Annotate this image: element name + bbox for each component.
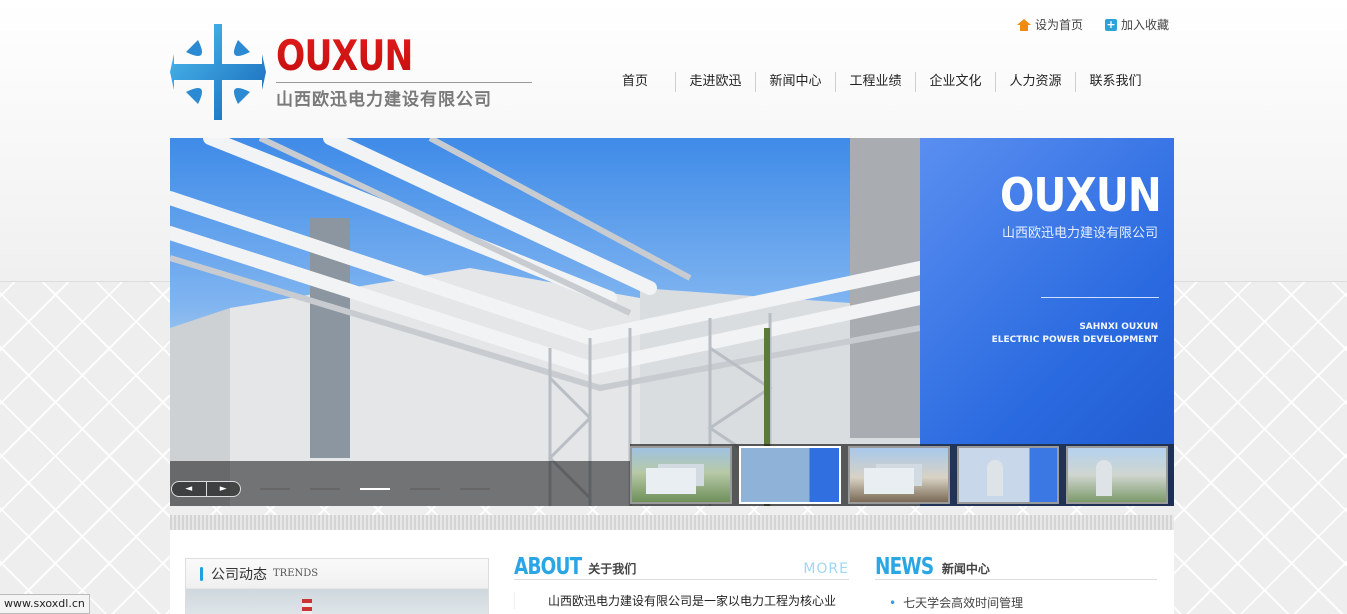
nav-item-news[interactable]: 新闻中心 [755,72,835,92]
logo-wordmark: OUXUN [276,31,413,80]
slider-dot[interactable] [460,488,490,490]
brand-company-name: 山西欧迅电力建设有限公司 [1001,226,1158,241]
slider-thumbnail[interactable] [848,446,950,504]
nav-item-culture[interactable]: 企业文化 [915,72,995,92]
trends-english: TRENDS [273,568,319,579]
set-homepage-link[interactable]: 设为首页 [1016,16,1083,33]
nav-item-home[interactable]: 首页 [595,72,675,92]
thumbnail-cooling-tower [1096,460,1112,496]
about-more-link[interactable]: MORE [803,561,849,577]
chimney-graphic [302,599,312,614]
nav-item-projects[interactable]: 工程业绩 [835,72,915,92]
news-title-cn: 新闻中心 [941,562,990,576]
plus-icon: + [1104,17,1117,31]
site-logo[interactable]: OUXUN 山西欧迅电力建设有限公司 [170,24,535,120]
news-section: NEWS 新闻中心 七天学会高效时间管理 [875,554,1157,611]
about-title-cn: 关于我们 [588,562,637,576]
add-favorite-label: 加入收藏 [1120,18,1169,32]
slider-thumbnail[interactable] [1066,446,1168,504]
brand-divider [1041,297,1159,298]
title-bar-icon [200,566,203,581]
thumbnail-tower [987,460,1003,496]
hero-slider[interactable]: OUXUN 山西欧迅电力建设有限公司 SAHNXI OUXUN ELECTRIC… [170,138,1174,506]
logo-company-name: 山西欧迅电力建设有限公司 [276,82,532,110]
slider-dot-active[interactable] [360,488,390,490]
add-favorite-link[interactable]: + 加入收藏 [1104,16,1169,33]
slider-prev-button[interactable]: ◄ [172,482,206,496]
slider-dot[interactable] [310,488,340,490]
brand-english-line-1: SAHNXI OUXUN [1079,322,1158,332]
top-links: 设为首页 + 加入收藏 [1016,16,1169,33]
slider-thumbnail[interactable] [957,446,1059,504]
trends-header: 公司动态 TRENDS [186,559,488,589]
content-area: 公司动态 TRENDS ABOUT 关于我们 MORE 山西欧迅电力建设有限公司… [170,530,1174,614]
news-list-item[interactable]: 七天学会高效时间管理 [889,594,1157,611]
set-homepage-label: 设为首页 [1034,18,1083,32]
logo-mark-icon [170,24,266,120]
brand-wordmark: OUXUN [1000,168,1162,222]
news-title-en: NEWS [875,554,934,580]
news-list: 七天学会高效时间管理 [875,594,1157,611]
status-bar-url: www.sxoxdl.cn [0,594,90,614]
slider-thumbnails [630,444,1174,506]
slider-dot[interactable] [410,488,440,490]
about-header: ABOUT 关于我们 MORE [514,554,849,580]
slider-thumbnail-active[interactable] [739,446,841,504]
trends-title: 公司动态 [211,566,267,583]
trends-image[interactable] [186,589,488,614]
about-title-en: ABOUT [514,554,582,580]
trends-box: 公司动态 TRENDS [185,558,489,614]
about-section: ABOUT 关于我们 MORE 山西欧迅电力建设有限公司是一家以电力工程为核心业 [514,554,849,609]
slider-control-bar: ◄ ► [170,461,630,506]
slider-dots [260,488,490,490]
about-text: 山西欧迅电力建设有限公司是一家以电力工程为核心业 [514,592,849,609]
news-header: NEWS 新闻中心 [875,554,1157,580]
nav-item-contact[interactable]: 联系我们 [1075,72,1155,92]
nav-item-about[interactable]: 走进欧迅 [675,72,755,92]
brand-english-line-2: ELECTRIC POWER DEVELOPMENT [991,335,1158,345]
slider-thumbnail[interactable] [630,446,732,504]
thumbnail-building [864,468,914,494]
slider-dot[interactable] [260,488,290,490]
nav-item-hr[interactable]: 人力资源 [995,72,1075,92]
thumbnail-building [646,468,696,494]
brand-english-name: SAHNXI OUXUN ELECTRIC POWER DEVELOPMENT [992,321,1158,347]
slider-next-button[interactable]: ► [205,482,241,496]
main-nav: 首页 走进欧迅 新闻中心 工程业绩 企业文化 人力资源 联系我们 [595,72,1155,92]
slider-arrows: ◄ ► [171,481,241,497]
divider-strip [170,515,1174,530]
home-icon [1016,18,1031,31]
